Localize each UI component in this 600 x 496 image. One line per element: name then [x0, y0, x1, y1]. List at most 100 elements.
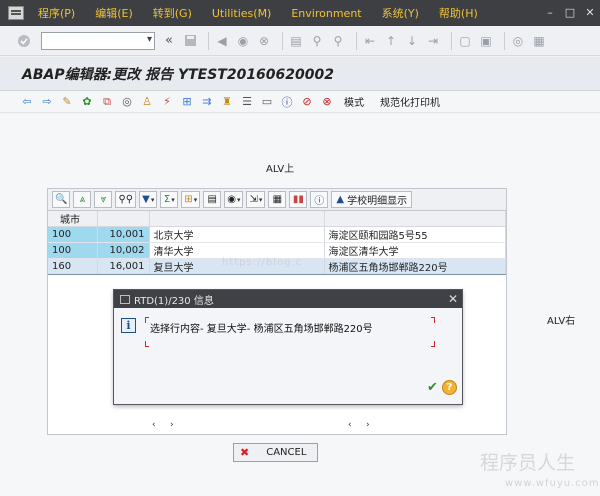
hierarchy-icon[interactable]: ♜ — [220, 95, 234, 109]
column-header-city[interactable]: 城市 — [48, 211, 98, 227]
subtotal-icon[interactable]: ⊞ ▾ — [181, 191, 201, 208]
sum-icon[interactable]: Σ ▾ — [160, 191, 179, 208]
external-breakpoint-icon[interactable]: ⊗ — [320, 95, 334, 109]
active-inactive-icon[interactable]: ✿ — [80, 95, 94, 109]
layout-menu-icon[interactable]: ▦ — [531, 33, 547, 49]
menu-goto[interactable]: 转到(G) — [153, 5, 192, 21]
layout-icon[interactable]: ▦ — [268, 191, 287, 208]
help-icon[interactable]: ◎ — [510, 33, 526, 49]
brand-watermark: 程序员人生 — [480, 452, 576, 474]
check-icon[interactable]: ◎ — [120, 95, 134, 109]
cell-number[interactable]: 10,001 — [97, 226, 150, 243]
close-icon[interactable]: ✕ — [444, 292, 462, 306]
info-icon[interactable]: ⓘ — [310, 191, 329, 208]
toolbar-separator — [451, 31, 452, 50]
toolbar-separator — [504, 31, 505, 50]
scroll-right-icon[interactable]: › — [366, 420, 370, 430]
cell-name[interactable]: 北京大学 — [149, 226, 325, 243]
chevron-down-icon[interactable]: ▾ — [147, 34, 152, 45]
forward-arrow-icon[interactable]: ⇨ — [40, 95, 54, 109]
page-title: ABAP编辑器:更改 报告 YTEST20160620002 — [22, 66, 334, 83]
last-page-icon[interactable]: ⇥ — [425, 33, 441, 49]
details-icon[interactable]: 🔍 — [52, 191, 71, 208]
next-page-icon[interactable]: ↓ — [404, 33, 420, 49]
sort-ascending-icon[interactable]: ⩓ — [73, 191, 92, 208]
previous-page-icon[interactable]: ↑ — [383, 33, 399, 49]
menu-system[interactable]: 系统(Y) — [382, 5, 419, 21]
scroll-right-icon[interactable]: › — [170, 420, 174, 430]
mode-button[interactable]: 模式 — [344, 94, 364, 109]
toolbar-separator — [208, 31, 209, 50]
shortcut-icon[interactable]: ▣ — [478, 33, 494, 49]
stack-icon[interactable]: ☰ — [240, 95, 254, 109]
sort-descending-icon[interactable]: ⩔ — [94, 191, 113, 208]
menu-utilities[interactable]: Utilities(M) — [212, 7, 271, 20]
cancel-x-icon: ✖ — [240, 446, 250, 459]
information-icon: i — [121, 318, 136, 333]
cell-city[interactable]: 100 — [48, 226, 98, 243]
activate-icon[interactable]: ♙ — [140, 95, 154, 109]
minimize-icon[interactable]: – — [540, 0, 560, 26]
column-header-address[interactable] — [324, 211, 506, 227]
cancel-button-label: CANCEL — [266, 447, 307, 458]
find-next-icon[interactable]: ⚲ — [330, 33, 346, 49]
breakpoint-icon[interactable]: ⊘ — [300, 95, 314, 109]
export-icon[interactable]: ⇲ ▾ — [246, 191, 266, 208]
where-used-icon[interactable]: ⊞ — [180, 95, 194, 109]
table-row[interactable]: 100 10,001 北京大学 海淀区颐和园路5号55 — [48, 226, 506, 243]
test-icon[interactable]: ⚡ — [160, 95, 174, 109]
cell-city[interactable]: 160 — [48, 258, 98, 275]
scroll-left-icon[interactable]: ‹ — [348, 420, 352, 430]
column-header-name[interactable] — [149, 211, 325, 227]
back-icon[interactable]: ◀ — [214, 33, 230, 49]
frame-icon[interactable]: ▭ — [260, 95, 274, 109]
new-session-icon[interactable]: ▢ — [457, 33, 473, 49]
other-object-icon[interactable]: ⧉ — [100, 95, 114, 109]
system-menu-icon[interactable] — [8, 6, 24, 20]
graphic-icon[interactable]: ▮▮ — [289, 191, 308, 208]
find-icon[interactable]: ⚲⚲ — [115, 191, 137, 208]
display-change-icon[interactable]: ✎ — [60, 95, 74, 109]
horizontal-scrollbar[interactable]: ‹ › ‹ › — [148, 420, 388, 432]
menu-environment[interactable]: Environment — [291, 7, 361, 20]
window-controls: – □ ✕ — [540, 0, 600, 26]
dialog-message: 选择行内容- 复旦大学- 杨浦区五角场邯郸路220号 — [150, 324, 373, 335]
filter-icon[interactable]: ▼ ▾ — [139, 191, 158, 208]
print-icon[interactable]: ▤ — [203, 191, 222, 208]
confirm-check-icon[interactable]: ✔ — [425, 380, 440, 395]
exit-icon[interactable]: ◉ — [235, 33, 251, 49]
scroll-left-icon[interactable]: ‹ — [152, 420, 156, 430]
toolbar-separator — [282, 31, 283, 50]
column-header-number[interactable] — [97, 211, 150, 227]
double-left-arrow-icon[interactable]: « — [161, 33, 177, 49]
cell-address[interactable]: 杨浦区五角场邯郸路220号 — [324, 258, 506, 275]
dialog-menu-icon[interactable] — [120, 294, 130, 304]
help-icon[interactable]: ? — [442, 380, 457, 395]
print-icon[interactable]: ▤ — [288, 33, 304, 49]
first-page-icon[interactable]: ⇤ — [362, 33, 378, 49]
cell-address[interactable]: 海淀区颐和园路5号55 — [324, 226, 506, 243]
cell-address[interactable]: 海淀区清华大学 — [324, 242, 506, 259]
save-icon[interactable] — [182, 33, 198, 49]
view-icon[interactable]: ◉ ▾ — [224, 191, 244, 208]
menu-help[interactable]: 帮助(H) — [439, 5, 478, 21]
info-icon[interactable]: ⓘ — [280, 95, 294, 109]
pretty-printer-button[interactable]: 规范化打印机 — [380, 94, 440, 109]
cancel-icon[interactable]: ⊗ — [256, 33, 272, 49]
cell-city[interactable]: 100 — [48, 242, 98, 259]
close-window-icon[interactable]: ✕ — [580, 0, 600, 26]
enter-icon[interactable] — [16, 33, 32, 49]
cancel-button[interactable]: ✖ CANCEL — [233, 443, 318, 462]
back-arrow-icon[interactable]: ⇦ — [20, 95, 34, 109]
watermark-overlay-text: https://blog.c — [222, 257, 303, 268]
school-detail-button[interactable]: ▲ 学校明细显示 — [331, 191, 413, 208]
navigation-icon[interactable]: ⇉ — [200, 95, 214, 109]
maximize-icon[interactable]: □ — [560, 0, 580, 26]
cell-number[interactable]: 10,002 — [97, 242, 150, 259]
find-icon[interactable]: ⚲ — [309, 33, 325, 49]
command-field[interactable]: ▾ — [41, 31, 155, 50]
menu-program[interactable]: 程序(P) — [38, 5, 75, 21]
cell-number[interactable]: 16,001 — [97, 258, 150, 275]
triangle-icon: ▲ — [336, 194, 345, 205]
menu-edit[interactable]: 编辑(E) — [95, 5, 133, 21]
